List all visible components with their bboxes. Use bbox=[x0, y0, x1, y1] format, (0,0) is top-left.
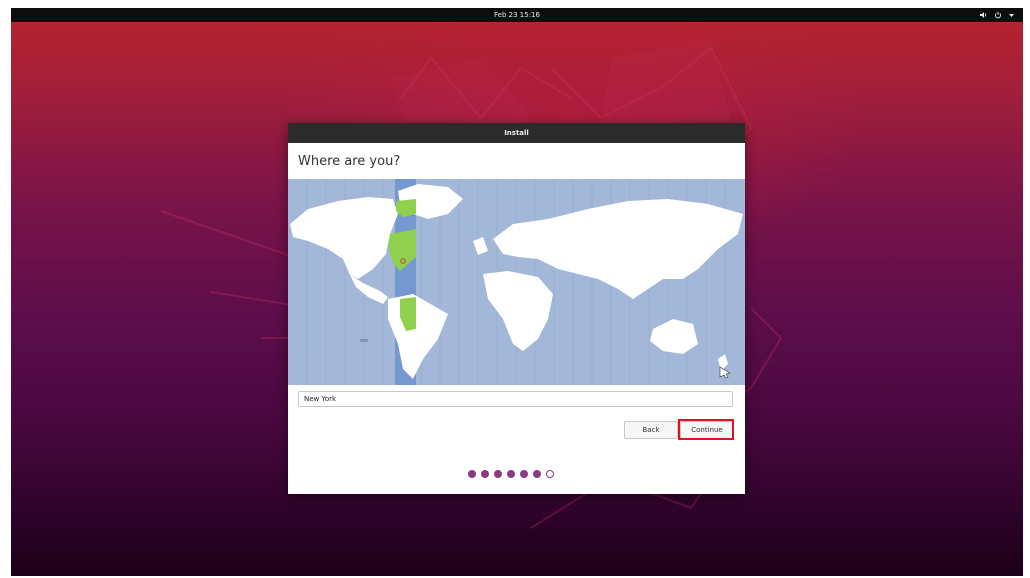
progress-dots bbox=[468, 470, 554, 478]
progress-dot-complete bbox=[494, 470, 502, 478]
progress-dot-complete bbox=[468, 470, 476, 478]
clock[interactable]: Feb 23 15:16 bbox=[11, 8, 1023, 22]
chevron-down-icon[interactable] bbox=[1008, 12, 1015, 19]
installer-window: Install Where are you? New York Back Con… bbox=[288, 123, 745, 494]
back-button[interactable]: Back bbox=[624, 421, 678, 439]
progress-dot-pending bbox=[546, 470, 554, 478]
window-title: Install bbox=[288, 123, 745, 143]
progress-dot-complete bbox=[507, 470, 515, 478]
top-bar: Feb 23 15:16 bbox=[11, 8, 1023, 22]
system-tray[interactable] bbox=[980, 8, 1015, 22]
progress-dot-complete bbox=[481, 470, 489, 478]
timezone-map[interactable] bbox=[288, 179, 745, 385]
continue-button[interactable]: Continue bbox=[680, 421, 734, 439]
page-heading: Where are you? bbox=[298, 154, 401, 169]
power-icon[interactable] bbox=[994, 11, 1002, 19]
progress-dot-complete bbox=[533, 470, 541, 478]
speaker-icon[interactable] bbox=[980, 11, 988, 19]
timezone-field[interactable]: New York bbox=[298, 391, 733, 407]
progress-dot-complete bbox=[520, 470, 528, 478]
desktop: Feb 23 15:16 Install Where are you? New … bbox=[11, 8, 1023, 576]
